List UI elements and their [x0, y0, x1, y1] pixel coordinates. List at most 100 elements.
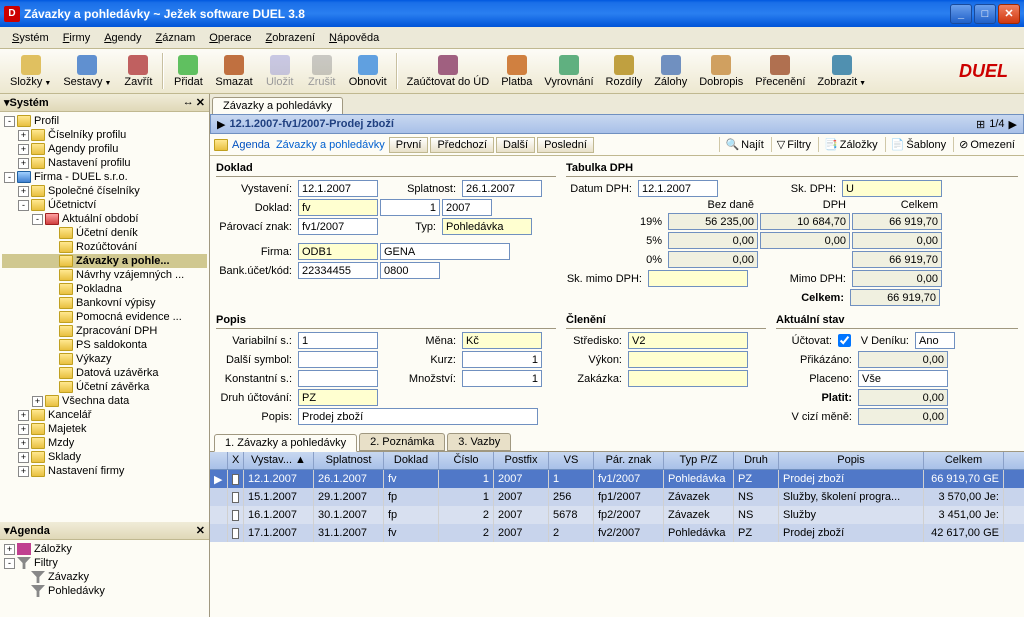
tree-item[interactable]: +Nastavení profilu: [2, 156, 207, 170]
tree-item[interactable]: Závazky a pohle...: [2, 254, 207, 268]
tree-item[interactable]: Účetní závěrka: [2, 380, 207, 394]
find-tool[interactable]: 🔍Najít: [719, 137, 768, 152]
menu-záznam[interactable]: Záznam: [150, 30, 202, 46]
nav-first[interactable]: První: [389, 137, 429, 153]
table-row[interactable]: 16.1.200730.1.2007fp220075678fp2/2007Záv…: [210, 506, 1024, 524]
grid-header[interactable]: Postfix: [494, 452, 549, 469]
grid-header[interactable]: Pár. znak: [594, 452, 664, 469]
pager-next-icon[interactable]: ▶: [1009, 118, 1017, 131]
vs-input[interactable]: [298, 332, 378, 349]
menu-agendy[interactable]: Agendy: [98, 30, 147, 46]
bottom-tab-0[interactable]: 1. Závazky a pohledávky: [214, 434, 357, 452]
tree-item[interactable]: Závazky: [2, 570, 207, 584]
tree-item[interactable]: -Aktuální období: [2, 212, 207, 226]
tree-item[interactable]: -Účetnictví: [2, 198, 207, 212]
vykon-input[interactable]: [628, 351, 748, 368]
firma2-input[interactable]: [380, 243, 510, 260]
doklad-num-input[interactable]: [380, 199, 440, 216]
collapse-icon[interactable]: ↔: [183, 96, 194, 109]
toolbar-rozdíly[interactable]: Rozdíly: [600, 53, 649, 90]
druh-input[interactable]: [298, 389, 378, 406]
tree-item[interactable]: +Číselníky profilu: [2, 128, 207, 142]
grid-header[interactable]: Číslo: [439, 452, 494, 469]
tree-item[interactable]: +Společné číselníky: [2, 184, 207, 198]
toolbar-platba[interactable]: Platba: [495, 53, 538, 90]
tree-item[interactable]: Výkazy: [2, 352, 207, 366]
close-button[interactable]: ✕: [998, 4, 1020, 24]
menu-operace[interactable]: Operace: [203, 30, 257, 46]
doklad-input[interactable]: [298, 199, 378, 216]
menu-firmy[interactable]: Firmy: [57, 30, 97, 46]
menu-zobrazení[interactable]: Zobrazení: [260, 30, 322, 46]
table-row[interactable]: 15.1.200729.1.2007fp12007256fp1/2007Záva…: [210, 488, 1024, 506]
bank-input[interactable]: [298, 262, 378, 279]
grid-header[interactable]: Vystav... ▲: [244, 452, 314, 469]
toolbar-zaúčtovat-do-úd[interactable]: Zaúčtovat do ÚD: [401, 53, 496, 90]
system-tree[interactable]: -Profil+Číselníky profilu+Agendy profilu…: [0, 112, 209, 522]
tree-item[interactable]: Pohledávky: [2, 584, 207, 598]
nav-last[interactable]: Poslední: [537, 137, 594, 153]
data-grid[interactable]: XVystav... ▲SplatnostDokladČísloPostfixV…: [210, 451, 1024, 542]
toolbar-dobropis[interactable]: Dobropis: [693, 53, 749, 90]
table-row[interactable]: ▶12.1.200726.1.2007fv120071fv1/2007Pohle…: [210, 470, 1024, 488]
bank2-input[interactable]: [380, 262, 440, 279]
tree-item[interactable]: +Záložky: [2, 542, 207, 556]
toolbar-uložit[interactable]: Uložit: [259, 53, 301, 90]
toolbar-složky[interactable]: Složky▼: [4, 53, 57, 90]
main-tab[interactable]: Závazky a pohledávky: [212, 97, 343, 114]
grid-header[interactable]: Popis: [779, 452, 924, 469]
uctovat-checkbox[interactable]: [838, 334, 851, 347]
tree-item[interactable]: Datová uzávěrka: [2, 366, 207, 380]
tree-item[interactable]: -Filtry: [2, 556, 207, 570]
templates-tool[interactable]: 📄Šablony: [885, 137, 951, 152]
tree-item[interactable]: Bankovní výpisy: [2, 296, 207, 310]
grid-header[interactable]: VS: [549, 452, 594, 469]
nav-prev[interactable]: Předchozí: [430, 137, 494, 153]
tree-item[interactable]: Zpracování DPH: [2, 324, 207, 338]
popis-input[interactable]: [298, 408, 538, 425]
grid-header[interactable]: Splatnost: [314, 452, 384, 469]
stredisko-input[interactable]: [628, 332, 748, 349]
tree-item[interactable]: Pokladna: [2, 282, 207, 296]
tree-item[interactable]: +Majetek: [2, 422, 207, 436]
kurz-input[interactable]: [462, 351, 542, 368]
menu-systém[interactable]: Systém: [6, 30, 55, 46]
breadcrumb-link[interactable]: Závazky a pohledávky: [274, 138, 387, 152]
toolbar-zobrazit[interactable]: Zobrazit▼: [811, 53, 872, 90]
grid-header[interactable]: Druh: [734, 452, 779, 469]
record-nav-icon[interactable]: ▶: [217, 118, 225, 131]
bottom-tab-1[interactable]: 2. Poznámka: [359, 433, 445, 451]
tree-item[interactable]: +Mzdy: [2, 436, 207, 450]
sk-mimo-input[interactable]: [648, 270, 748, 287]
toolbar-vyrovnání[interactable]: Vyrovnání: [538, 53, 599, 90]
toolbar-zálohy[interactable]: Zálohy: [648, 53, 693, 90]
toolbar-zavřít[interactable]: Zavřít: [117, 53, 159, 90]
parznak-input[interactable]: [298, 218, 378, 235]
filters-tool[interactable]: ▽Filtry: [771, 137, 816, 152]
tree-item[interactable]: PS saldokonta: [2, 338, 207, 352]
close-pane-icon[interactable]: ✕: [196, 524, 205, 537]
sk-dph-input[interactable]: [842, 180, 942, 197]
tree-item[interactable]: +Všechna data: [2, 394, 207, 408]
tree-item[interactable]: +Agendy profilu: [2, 142, 207, 156]
vystaveni-input[interactable]: [298, 180, 378, 197]
tree-item[interactable]: +Sklady: [2, 450, 207, 464]
doklad-year-input[interactable]: [442, 199, 492, 216]
ds-input[interactable]: [298, 351, 378, 368]
grid-header[interactable]: Typ P/Z: [664, 452, 734, 469]
table-row[interactable]: 17.1.200731.1.2007fv220072fv2/2007Pohled…: [210, 524, 1024, 542]
mnoz-input[interactable]: [462, 370, 542, 387]
close-pane-icon[interactable]: ✕: [196, 96, 205, 109]
pager-icon[interactable]: ⊞: [976, 118, 985, 131]
agenda-tree[interactable]: +Záložky-FiltryZávazkyPohledávky: [0, 540, 209, 617]
toolbar-přecenění[interactable]: Přecenění: [749, 53, 811, 90]
tree-item[interactable]: Pomocná evidence ...: [2, 310, 207, 324]
nav-next[interactable]: Další: [496, 137, 535, 153]
grid-header[interactable]: [210, 452, 228, 469]
toolbar-smazat[interactable]: Smazat: [209, 53, 258, 90]
tree-item[interactable]: -Firma - DUEL s.r.o.: [2, 170, 207, 184]
firma-input[interactable]: [298, 243, 378, 260]
tree-item[interactable]: +Nastavení firmy: [2, 464, 207, 478]
tree-item[interactable]: -Profil: [2, 114, 207, 128]
toolbar-obnovit[interactable]: Obnovit: [343, 53, 393, 90]
